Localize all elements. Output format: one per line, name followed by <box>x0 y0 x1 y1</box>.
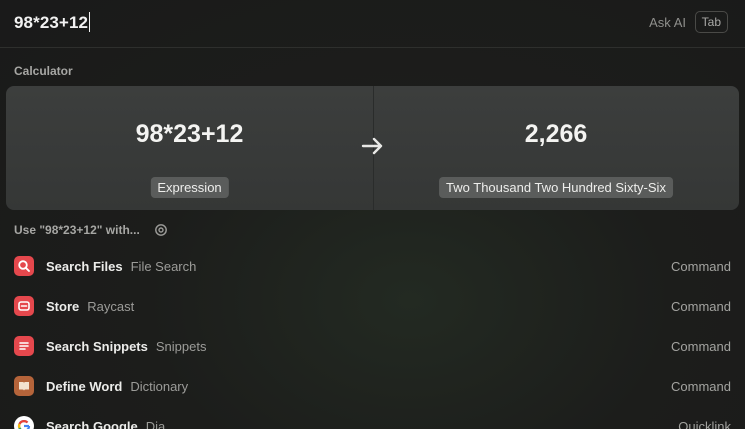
item-title-text: Search Files <box>46 259 123 274</box>
calculator-result-pane: 2,266 Two Thousand Two Hundred Sixty-Six <box>373 86 739 210</box>
list-item-search-files[interactable]: Search Files File Search Command <box>0 246 745 286</box>
expression-tag: Expression <box>150 177 229 198</box>
gear-icon[interactable] <box>154 223 168 237</box>
snippets-icon <box>14 336 34 356</box>
list-item-title: Search Files File Search <box>46 259 196 274</box>
list-item-title: Store Raycast <box>46 299 134 314</box>
list-item-title: Define Word Dictionary <box>46 379 188 394</box>
item-type: Quicklink <box>678 419 731 429</box>
action-list: Search Files File Search Command Store Ray… <box>0 246 745 429</box>
google-icon <box>14 416 34 429</box>
list-item-store[interactable]: Store Raycast Command <box>0 286 745 326</box>
item-subtitle: Dictionary <box>130 379 189 394</box>
item-title-text: Define Word <box>46 379 123 394</box>
list-item-search-google[interactable]: Search Google Dia Quicklink <box>0 406 745 429</box>
calculator-expression-pane: 98*23+12 Expression <box>6 86 373 210</box>
result-words-tag: Two Thousand Two Hundred Sixty-Six <box>439 177 673 198</box>
use-with-header: Use "98*23+12" with... <box>14 223 168 237</box>
use-with-label: Use "98*23+12" with... <box>14 223 140 237</box>
item-title-text: Store <box>46 299 80 314</box>
calculator-section-label: Calculator <box>14 64 73 78</box>
item-subtitle: File Search <box>130 259 197 274</box>
list-item-title: Search Snippets Snippets <box>46 339 206 354</box>
item-type: Command <box>671 299 731 314</box>
list-item-title: Search Google Dia <box>46 419 165 429</box>
item-subtitle: Dia <box>145 419 166 429</box>
item-type: Command <box>671 379 731 394</box>
search-files-icon <box>14 256 34 276</box>
list-item-define-word[interactable]: Define Word Dictionary Command <box>0 366 745 406</box>
arrow-right-icon <box>361 137 383 155</box>
text-caret <box>89 12 91 32</box>
item-title-text: Search Snippets <box>46 339 148 354</box>
item-title-text: Search Google <box>46 419 138 429</box>
item-subtitle: Raycast <box>87 299 135 314</box>
dictionary-icon <box>14 376 34 396</box>
tab-key-hint: Tab <box>694 11 728 33</box>
search-input[interactable]: 98*23+12 <box>14 12 91 33</box>
item-type: Command <box>671 259 731 274</box>
item-type: Command <box>671 339 731 354</box>
list-item-search-snippets[interactable]: Search Snippets Snippets Command <box>0 326 745 366</box>
search-bar: 98*23+12 Ask AI Tab <box>0 0 745 48</box>
search-query-text: 98*23+12 <box>14 13 89 32</box>
calculator-result: 2,266 <box>524 120 588 148</box>
item-subtitle: Snippets <box>155 339 207 354</box>
ask-ai-button[interactable]: Ask AI <box>649 15 686 30</box>
store-icon <box>14 296 34 316</box>
calculator-expression: 98*23+12 <box>135 120 244 148</box>
